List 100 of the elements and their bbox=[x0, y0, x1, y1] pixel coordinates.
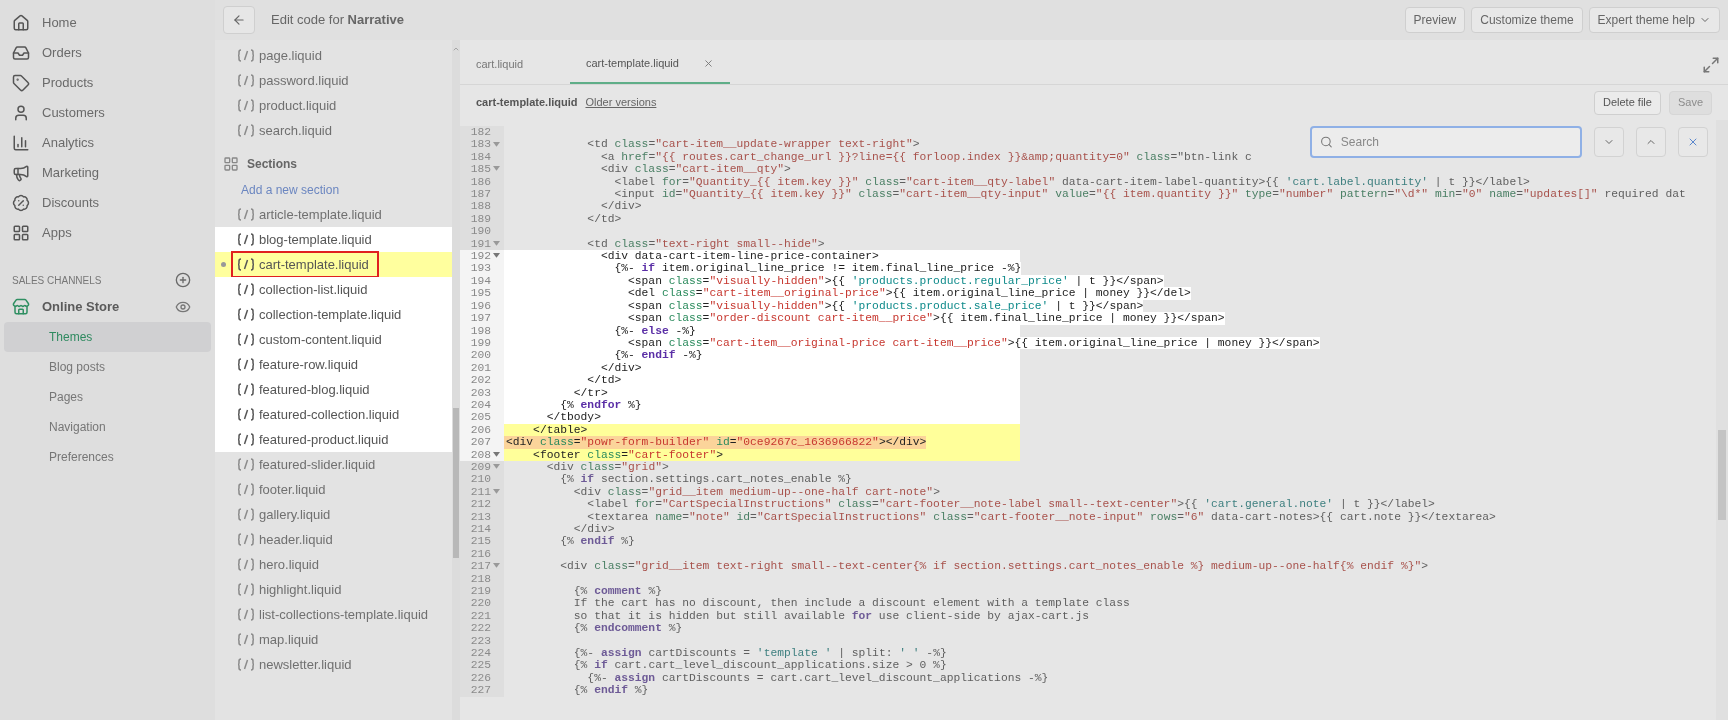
file-item[interactable]: custom-content.liquid bbox=[215, 327, 452, 352]
next-match-button[interactable] bbox=[1594, 127, 1624, 157]
search-field[interactable]: Search bbox=[1310, 126, 1582, 158]
nav-subitem[interactable]: Pages bbox=[4, 382, 211, 412]
file-item[interactable]: map.liquid bbox=[215, 627, 452, 652]
code-text: </div> bbox=[572, 523, 615, 536]
file-item[interactable]: header.liquid bbox=[215, 527, 452, 552]
file-name: cart-template.liquid bbox=[259, 255, 369, 274]
file-name: gallery.liquid bbox=[259, 505, 331, 524]
code-file-icon bbox=[237, 383, 255, 396]
line-number: 187 bbox=[470, 188, 491, 201]
line-number: 190 bbox=[470, 225, 491, 238]
add-circle-icon[interactable] bbox=[175, 272, 191, 288]
code-file-icon bbox=[237, 558, 255, 571]
file-name: password.liquid bbox=[259, 71, 349, 90]
file-item[interactable]: page.liquid bbox=[215, 43, 452, 68]
code-text: so that it is hidden but still available for use client-side by ajax-cart.js bbox=[572, 609, 1090, 623]
nav-subitem[interactable]: Blog posts bbox=[4, 352, 211, 382]
fold-arrow-icon[interactable] bbox=[493, 563, 500, 570]
line-number: 212 bbox=[470, 498, 491, 511]
file-name: collection-list.liquid bbox=[259, 280, 368, 299]
toolbar-button[interactable]: Expert theme help bbox=[1588, 7, 1720, 33]
code-file-icon bbox=[237, 99, 255, 112]
file-item[interactable]: list-collections-template.liquid bbox=[215, 602, 452, 627]
code-file-icon bbox=[237, 483, 255, 496]
search-input[interactable]: Search bbox=[1340, 133, 1572, 151]
file-item[interactable]: feature-row.liquid bbox=[215, 352, 452, 377]
nav-item[interactable]: Orders bbox=[0, 38, 215, 68]
store-icon bbox=[12, 298, 30, 316]
nav-item[interactable]: Home bbox=[0, 8, 215, 38]
nav-item[interactable]: Products bbox=[0, 68, 215, 98]
toolbar-button[interactable]: Preview bbox=[1404, 7, 1466, 33]
home-icon bbox=[12, 14, 30, 32]
fullscreen-icon[interactable] bbox=[1702, 56, 1720, 74]
older-versions-link[interactable]: Older versions bbox=[585, 94, 657, 111]
code-text: <div data-cart-item-line-price-container> bbox=[599, 250, 879, 263]
code-text: <div class="grid__item text-right small--text-center{% if section.settings.cart_notes_enable %} medium-up--one-half{% endif %}"> bbox=[559, 560, 1428, 573]
line-number: 214 bbox=[470, 523, 491, 536]
page-title: Edit code for Narrative bbox=[271, 11, 404, 30]
file-item[interactable]: newsletter.liquid bbox=[215, 652, 452, 677]
nav-item[interactable]: Online Store bbox=[12, 297, 120, 317]
file-name: hero.liquid bbox=[259, 555, 319, 574]
code-text: {% if cart.cart_level_discount_applications.size > 0 %} bbox=[572, 659, 947, 672]
nav-item[interactable]: Apps bbox=[0, 218, 215, 248]
fold-arrow-icon[interactable] bbox=[493, 489, 500, 495]
file-item[interactable]: product.liquid bbox=[215, 93, 452, 118]
folder-heading: Sections bbox=[247, 156, 297, 173]
nav-item[interactable]: Discounts bbox=[0, 188, 215, 218]
eye-icon[interactable] bbox=[175, 299, 191, 315]
file-item[interactable]: featured-slider.liquid bbox=[215, 452, 452, 477]
previous-match-button[interactable] bbox=[1636, 127, 1666, 157]
file-item[interactable]: highlight.liquid bbox=[215, 577, 452, 602]
scrollbar[interactable] bbox=[452, 40, 460, 720]
file-item[interactable]: password.liquid bbox=[215, 68, 452, 93]
file-item[interactable]: featured-blog.liquid bbox=[215, 377, 452, 402]
file-item[interactable]: gallery.liquid bbox=[215, 502, 452, 527]
code-text: <span class="visually-hidden">{{ 'products.product.regular_price' | t }}</span> bbox=[627, 274, 1164, 288]
close-icon[interactable] bbox=[703, 57, 714, 69]
nav-subitem[interactable]: Navigation bbox=[4, 412, 211, 442]
back-button[interactable] bbox=[223, 6, 255, 34]
fold-arrow-icon[interactable] bbox=[493, 166, 500, 173]
code-text: {% endcomment %} bbox=[572, 622, 683, 635]
line-number: 220 bbox=[470, 597, 491, 610]
file-name: product.liquid bbox=[259, 96, 337, 115]
file-item[interactable]: blog-template.liquid bbox=[215, 227, 452, 252]
line-number: 188 bbox=[470, 200, 491, 213]
percent-badge-icon bbox=[12, 194, 30, 212]
file-item[interactable]: hero.liquid bbox=[215, 552, 452, 577]
file-item[interactable]: article-template.liquid bbox=[215, 202, 452, 227]
line-number: 216 bbox=[470, 547, 491, 561]
nav-subitem[interactable]: Preferences bbox=[4, 442, 211, 472]
nav-item[interactable]: Marketing bbox=[0, 158, 215, 188]
line-number: 215 bbox=[470, 535, 491, 548]
file-name: header.liquid bbox=[259, 530, 333, 549]
file-item[interactable]: search.liquid bbox=[215, 118, 452, 143]
line-number: 189 bbox=[470, 212, 491, 226]
nav-subitem[interactable]: Themes bbox=[4, 322, 211, 352]
file-item[interactable]: featured-product.liquid bbox=[215, 427, 452, 452]
file-name: featured-blog.liquid bbox=[259, 380, 370, 399]
nav-item[interactable]: Customers bbox=[0, 98, 215, 128]
toolbar-button[interactable]: Customize theme bbox=[1471, 7, 1583, 33]
file-item[interactable]: collection-list.liquid bbox=[215, 277, 452, 302]
close-icon bbox=[1687, 136, 1699, 148]
code-text: <td class="cart-item__update-wrapper text-right"> bbox=[586, 138, 920, 151]
editor-tab[interactable]: cart-template.liquid bbox=[570, 44, 730, 84]
editor-tab[interactable]: cart.liquid bbox=[460, 44, 570, 84]
code-text: </tr> bbox=[572, 386, 608, 399]
nav-item[interactable]: Analytics bbox=[0, 128, 215, 158]
file-item[interactable]: cart-template.liquid bbox=[215, 252, 452, 277]
code-text: {%- endif -%} bbox=[613, 349, 703, 362]
scroll-up-icon[interactable] bbox=[452, 45, 460, 53]
close-search-button[interactable] bbox=[1678, 127, 1708, 157]
file-action-button[interactable]: Delete file bbox=[1594, 90, 1661, 115]
scrollbar[interactable] bbox=[1716, 120, 1728, 720]
person-icon bbox=[12, 104, 30, 122]
fold-arrow-icon[interactable] bbox=[493, 141, 500, 148]
file-item[interactable]: footer.liquid bbox=[215, 477, 452, 502]
file-item[interactable]: collection-template.liquid bbox=[215, 302, 452, 327]
file-item[interactable]: featured-collection.liquid bbox=[215, 402, 452, 427]
add-section-link[interactable]: Add a new section bbox=[241, 180, 340, 199]
